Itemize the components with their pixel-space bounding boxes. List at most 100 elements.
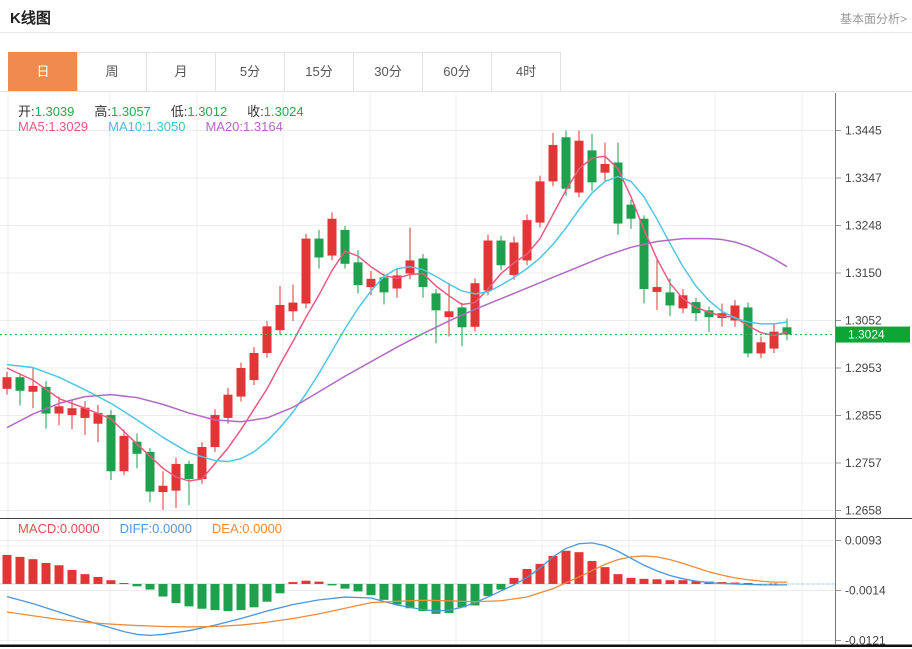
macd-bar (42, 563, 51, 584)
candle-body (341, 230, 350, 264)
candle-body (653, 287, 662, 292)
fundamental-analysis-link[interactable]: 基本面分析> (840, 10, 907, 27)
macd-bar (484, 584, 493, 596)
tab-30分[interactable]: 30分 (353, 52, 423, 92)
candle-body (237, 368, 246, 397)
price-axis-label: 1.3052 (845, 314, 882, 328)
page-title: K线图 (10, 7, 51, 28)
tab-月[interactable]: 月 (146, 52, 216, 92)
macd-bar (107, 580, 116, 584)
info-label: 开: (18, 104, 35, 119)
candle-body (354, 262, 363, 285)
info-value: 1.3039 (35, 104, 75, 119)
macd-bar (575, 552, 584, 584)
info-value: 1.3057 (111, 104, 151, 119)
macd-bar (445, 584, 454, 613)
macd-bar (81, 574, 90, 584)
bottom-axis-bar (0, 645, 912, 648)
macd-bar (68, 570, 77, 584)
candle-body (3, 377, 12, 389)
price-axis-label: 1.3445 (845, 124, 882, 138)
current-price-badge-label: 1.3024 (848, 328, 885, 342)
macd-bar (458, 584, 467, 607)
candle-body (757, 342, 766, 353)
macd-bar (536, 564, 545, 584)
macd-bar (224, 584, 233, 611)
macd-bar (653, 579, 662, 584)
period-tabbar: 日周月5分15分30分60分4时 (8, 52, 561, 92)
macd-bar (666, 580, 675, 584)
info-label: 收: (247, 104, 264, 119)
info-value: 0.0000 (152, 521, 192, 536)
macd-bar (419, 584, 428, 611)
candle-body (159, 486, 168, 492)
tab-60分[interactable]: 60分 (422, 52, 492, 92)
price-axis-label: 1.3248 (845, 219, 882, 233)
price-axis-label: 1.3347 (845, 171, 882, 185)
macd-bar (601, 567, 610, 584)
info-value: 1.3029 (48, 119, 88, 134)
ma20-line (7, 239, 787, 428)
tab-周[interactable]: 周 (77, 52, 147, 92)
info-value: 1.3164 (243, 119, 283, 134)
info-item: DEA:0.0000 (212, 521, 282, 536)
kline-chart-canvas[interactable]: 1.34451.33471.32481.31501.30521.29531.28… (0, 0, 912, 649)
macd-bar (679, 580, 688, 584)
tab-4时[interactable]: 4时 (491, 52, 561, 92)
macd-bar (302, 581, 311, 584)
candle-body (445, 311, 454, 317)
info-label: DEA: (212, 521, 242, 536)
macd-bar (289, 582, 298, 584)
macd-bar (380, 584, 389, 600)
ohlc-info-row: 开:1.3039高:1.3057低:1.3012收:1.3024 (18, 101, 324, 120)
price-axis-label: 1.2757 (845, 456, 882, 470)
ma10-line (7, 177, 787, 462)
candle-body (510, 242, 519, 274)
tab-5分[interactable]: 5分 (215, 52, 285, 92)
info-label: MA20: (205, 119, 243, 134)
macd-axis-label: 0.0093 (845, 534, 882, 548)
candle-body (666, 292, 675, 305)
candle-body (55, 406, 64, 413)
candle-body (120, 436, 129, 471)
info-value: 1.3050 (146, 119, 186, 134)
candle-body (289, 303, 298, 312)
candle-body (29, 386, 38, 392)
candle-body (588, 150, 597, 182)
info-value: 1.3012 (187, 104, 227, 119)
macd-bar (185, 584, 194, 606)
ma5-line (7, 156, 787, 481)
ma-info-row: MA5:1.3029MA10:1.3050MA20:1.3164 (18, 119, 303, 134)
macd-bar (198, 584, 207, 609)
candle-body (679, 295, 688, 308)
macd-bar (432, 584, 441, 614)
price-axis-label: 1.2855 (845, 409, 882, 423)
macd-bar (562, 551, 571, 584)
tab-15分[interactable]: 15分 (284, 52, 354, 92)
header: K线图 基本面分析> (0, 0, 912, 33)
tab-日[interactable]: 日 (8, 52, 78, 92)
macd-bar (3, 555, 12, 584)
tabbar-underline (0, 91, 912, 92)
gridlines (0, 93, 835, 645)
candle-body (276, 305, 285, 330)
macd-bar (29, 559, 38, 584)
candle-body (471, 283, 480, 327)
macd-bar (16, 557, 25, 584)
info-item: MA5:1.3029 (18, 119, 88, 134)
macd-bar (406, 584, 415, 608)
candle-body (185, 464, 194, 479)
macd-bar (627, 578, 636, 584)
macd-axis-label: -0.0121 (845, 634, 886, 648)
macd-bar (120, 583, 129, 584)
candle-body (302, 239, 311, 304)
macd-bar (341, 584, 350, 589)
macd-bar (614, 574, 623, 584)
candle-body (536, 181, 545, 222)
info-value: 0.0000 (242, 521, 282, 536)
info-value: 0.0000 (60, 521, 100, 536)
macd-bar (315, 582, 324, 584)
macd-bar (94, 577, 103, 584)
candle-body (497, 241, 506, 266)
macd-bar (172, 584, 181, 603)
